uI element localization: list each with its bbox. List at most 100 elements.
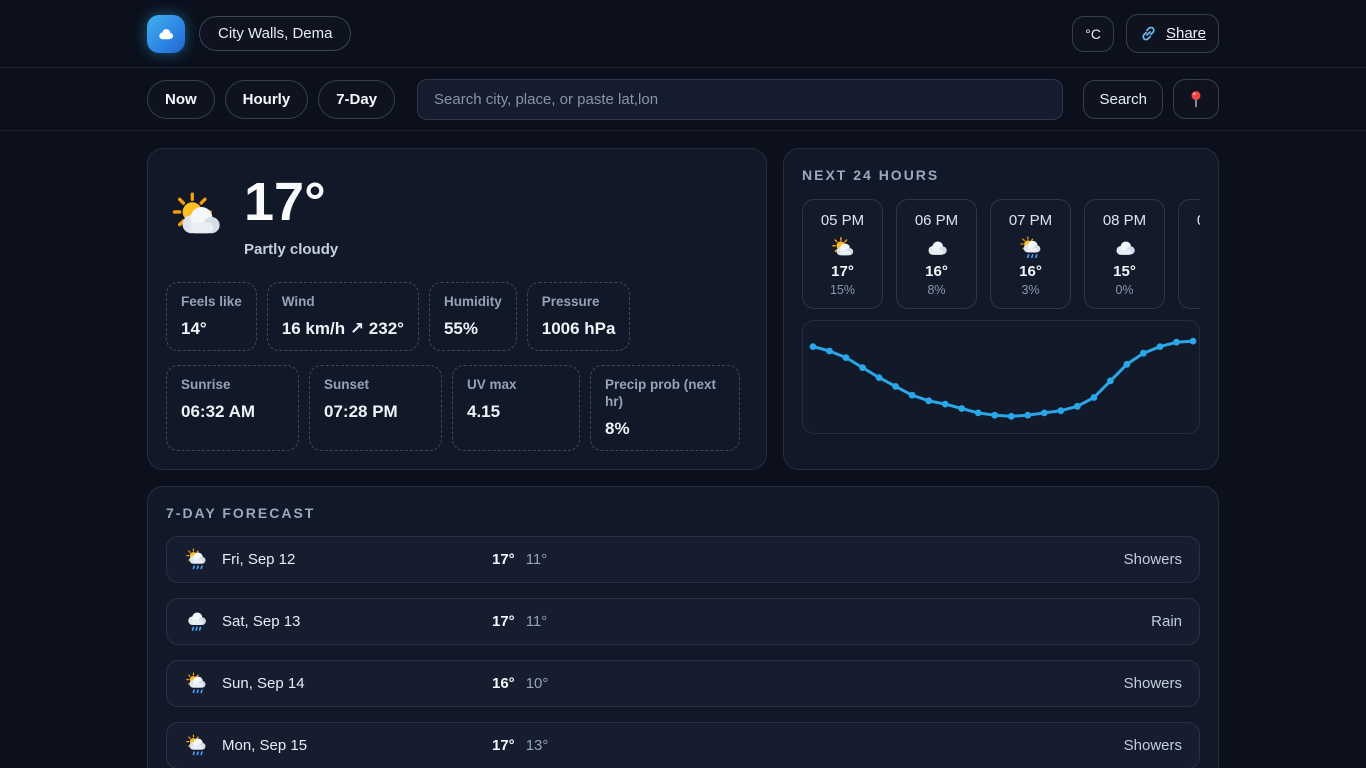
hour-temp: 15° — [1179, 263, 1200, 280]
stat-value: 16 km/h ↗ 232° — [282, 319, 404, 339]
stat-value: 14° — [181, 319, 242, 339]
hour-time: 09 PM — [1179, 212, 1200, 229]
forecast-low: 10° — [526, 675, 549, 692]
temperature-trend-chart — [803, 321, 1200, 433]
forecast-high: 16° — [492, 675, 515, 692]
stat-value: 4.15 — [467, 402, 565, 422]
geolocate-button[interactable] — [1173, 79, 1219, 119]
forecast-row[interactable]: Sun, Sep 14 16° 10° Showers — [166, 660, 1200, 707]
tab-now[interactable]: Now — [147, 80, 215, 119]
day-weather-icon — [184, 609, 209, 634]
forecast-high: 17° — [492, 551, 515, 568]
forecast-day: Sun, Sep 14 — [222, 675, 305, 692]
seven-day-forecast-title: 7-DAY FORECAST — [166, 505, 1200, 521]
pushpin-icon — [1185, 88, 1207, 110]
hour-weather-icon — [830, 235, 856, 261]
stat-wind: Wind 16 km/h ↗ 232° — [267, 282, 419, 351]
temperature-trend-chart-box — [802, 320, 1200, 434]
unit-label: °C — [1085, 26, 1101, 42]
forecast-condition: Showers — [1124, 675, 1182, 692]
next-24-hours-title: NEXT 24 HOURS — [802, 167, 1200, 183]
forecast-low: 11° — [526, 551, 548, 568]
location-label: City Walls, Dema — [218, 25, 332, 42]
hour-chip[interactable]: 06 PM 16° 8% — [896, 199, 977, 309]
forecast-row[interactable]: Fri, Sep 12 17° 11° Showers — [166, 536, 1200, 583]
stat-label: Sunset — [324, 377, 427, 394]
app-logo[interactable] — [147, 15, 185, 53]
brand: City Walls, Dema — [147, 15, 351, 53]
stat-pressure: Pressure 1006 hPa — [527, 282, 631, 351]
seven-day-forecast-card: 7-DAY FORECAST Fri, Sep 12 17° 11° Showe… — [147, 486, 1219, 768]
stat-value: 07:28 PM — [324, 402, 427, 422]
hour-weather-icon — [924, 235, 950, 261]
hour-chip[interactable]: 09 PM 15° 0% — [1178, 199, 1200, 309]
forecast-day: Fri, Sep 12 — [222, 551, 295, 568]
hour-temp: 16° — [991, 263, 1070, 280]
stat-label: Precip prob (next hr) — [605, 377, 725, 411]
hour-precip-prob: 15% — [803, 283, 882, 297]
stat-uv-max: UV max 4.15 — [452, 365, 580, 451]
hour-time: 08 PM — [1085, 212, 1164, 229]
hour-temp: 16° — [897, 263, 976, 280]
hour-temp: 17° — [803, 263, 882, 280]
stat-label: Sunrise — [181, 377, 284, 394]
search-input[interactable] — [417, 79, 1063, 120]
forecast-high: 17° — [492, 737, 515, 754]
forecast-day: Mon, Sep 15 — [222, 737, 307, 754]
stat-feels-like: Feels like 14° — [166, 282, 257, 351]
hourly-strip[interactable]: 05 PM 17° 15% 06 PM 16° 8% 07 PM 16° 3% — [802, 199, 1200, 309]
forecast-low: 13° — [526, 737, 549, 754]
share-button[interactable]: Share — [1126, 14, 1219, 53]
tab-7day[interactable]: 7-Day — [318, 80, 395, 119]
forecast-high: 17° — [492, 613, 515, 630]
stat-value: 55% — [444, 319, 502, 339]
day-weather-icon — [184, 733, 209, 758]
cloud-logo-icon — [154, 22, 178, 46]
stat-sunset: Sunset 07:28 PM — [309, 365, 442, 451]
forecast-low: 11° — [526, 613, 548, 630]
hour-chip[interactable]: 05 PM 17° 15% — [802, 199, 883, 309]
stat-label: Wind — [282, 294, 402, 311]
forecast-row[interactable]: Mon, Sep 15 17° 13° Showers — [166, 722, 1200, 768]
location-chip[interactable]: City Walls, Dema — [199, 16, 351, 51]
forecast-row[interactable]: Sat, Sep 13 17° 11° Rain — [166, 598, 1200, 645]
day-weather-icon — [184, 671, 209, 696]
forecast-day: Sat, Sep 13 — [222, 613, 300, 630]
hour-weather-icon — [1018, 235, 1044, 261]
stat-label: Pressure — [542, 294, 616, 311]
hour-precip-prob: 3% — [991, 283, 1070, 297]
hour-chip[interactable]: 07 PM 16° 3% — [990, 199, 1071, 309]
search-button[interactable]: Search — [1083, 80, 1163, 119]
share-label: Share — [1166, 25, 1206, 42]
link-icon — [1139, 24, 1158, 43]
current-conditions-card: 17° Partly cloudy Feels like 14° Wind 16… — [147, 148, 767, 470]
hour-time: 06 PM — [897, 212, 976, 229]
forecast-condition: Showers — [1124, 737, 1182, 754]
stat-precip-prob: Precip prob (next hr) 8% — [590, 365, 740, 451]
stat-label: UV max — [467, 377, 565, 394]
forecast-condition: Showers — [1124, 551, 1182, 568]
hour-time: 07 PM — [991, 212, 1070, 229]
hour-temp: 15° — [1085, 263, 1164, 280]
nav-bar: Now Hourly 7-Day Search — [0, 68, 1366, 131]
forecast-condition: Rain — [1151, 613, 1182, 630]
current-weather-icon — [168, 188, 226, 246]
hour-precip-prob: 0% — [1085, 283, 1164, 297]
search-button-label: Search — [1099, 91, 1147, 108]
stat-value: 06:32 AM — [181, 402, 284, 422]
header-bar: City Walls, Dema °C Share — [0, 0, 1366, 68]
current-temperature: 17° — [244, 175, 338, 229]
hour-chip[interactable]: 08 PM 15° 0% — [1084, 199, 1165, 309]
current-condition: Partly cloudy — [244, 241, 338, 258]
unit-toggle-button[interactable]: °C — [1072, 16, 1114, 52]
hour-precip-prob: 8% — [897, 283, 976, 297]
next-24-hours-card: NEXT 24 HOURS 05 PM 17° 15% 06 PM 16° 8%… — [783, 148, 1219, 470]
hour-precip-prob: 0% — [1179, 283, 1200, 297]
hour-time: 05 PM — [803, 212, 882, 229]
stat-label: Feels like — [181, 294, 242, 311]
stat-humidity: Humidity 55% — [429, 282, 517, 351]
day-weather-icon — [184, 547, 209, 572]
tab-hourly[interactable]: Hourly — [225, 80, 309, 119]
stat-sunrise: Sunrise 06:32 AM — [166, 365, 299, 451]
stat-value: 1006 hPa — [542, 319, 616, 339]
